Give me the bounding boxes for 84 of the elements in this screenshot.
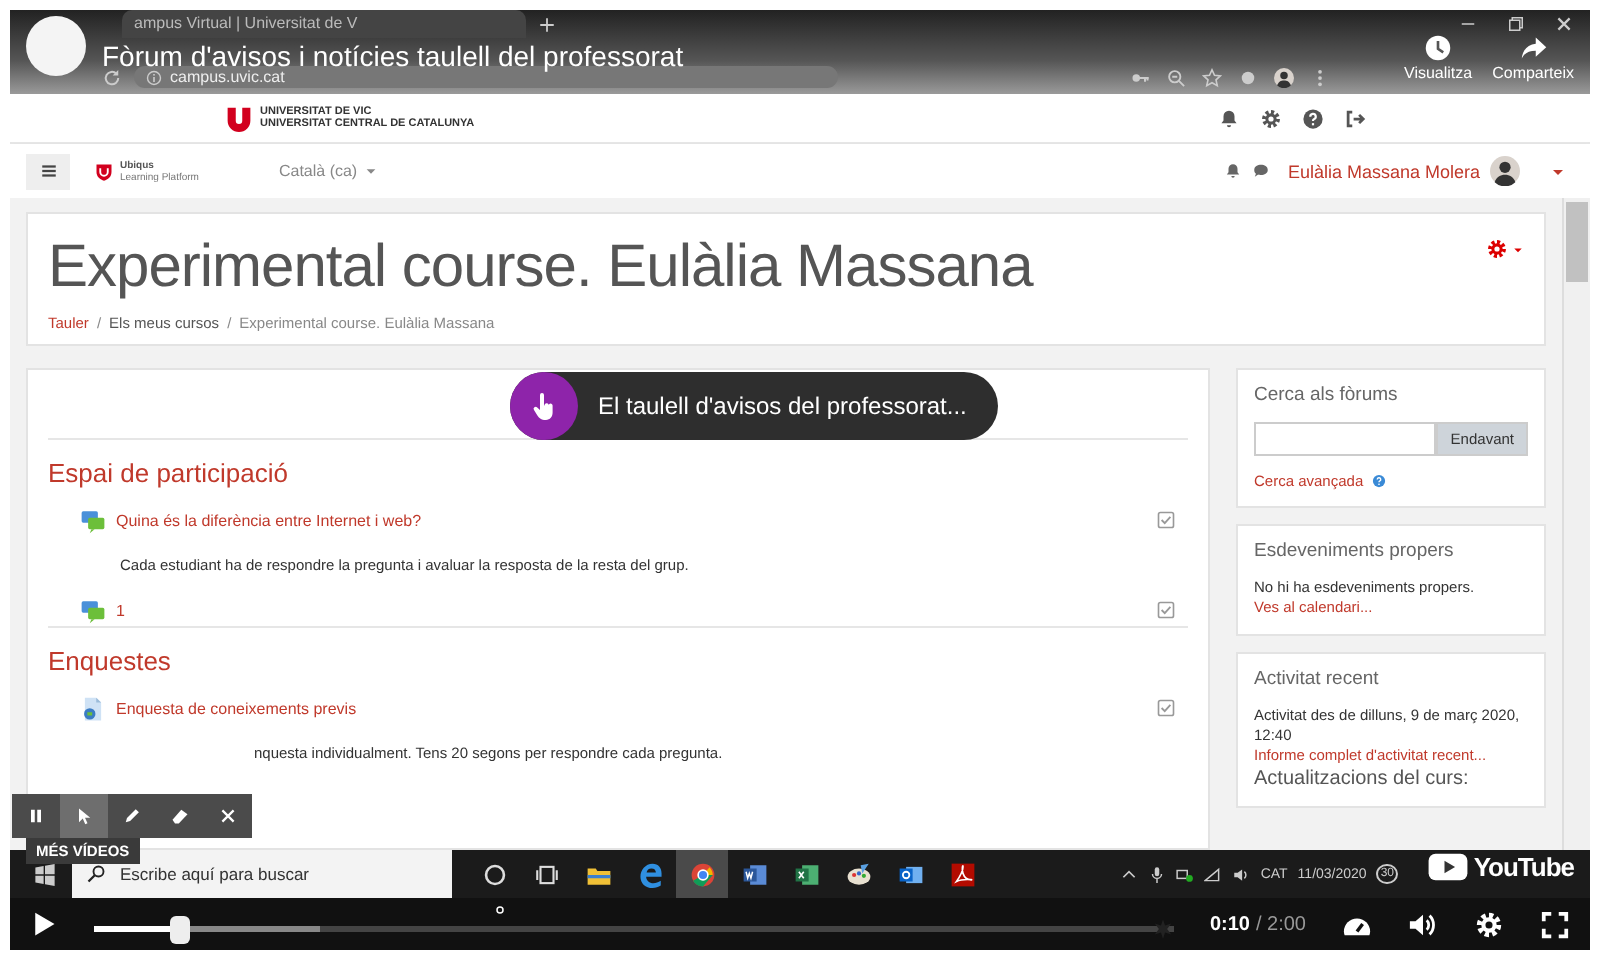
search-field[interactable]	[1254, 422, 1437, 456]
block-subheading: Actualitzacions del curs:	[1254, 770, 1471, 790]
university-logo-icon[interactable]	[226, 105, 252, 131]
eraser-icon	[170, 806, 190, 826]
activity-link[interactable]: Quina és la diferència entre Internet i web?	[116, 511, 422, 529]
caret-icon[interactable]	[1512, 243, 1524, 255]
section-title: Espai de participació	[48, 458, 290, 488]
fullscreen-icon[interactable]	[1540, 909, 1570, 939]
taskbar-app-icon[interactable]	[897, 861, 923, 887]
microphone-icon[interactable]	[1148, 865, 1167, 883]
taskbar-app-icon[interactable]	[533, 861, 559, 887]
completion-checkbox[interactable]	[1156, 510, 1176, 530]
language-menu[interactable]: Català (ca)	[278, 162, 378, 180]
pen-icon	[122, 806, 142, 826]
block-title: Esdeveniments propers	[1254, 540, 1456, 562]
address-bar[interactable]: campus.uvic.cat	[134, 66, 838, 88]
block-title: Activitat recent	[1254, 668, 1381, 690]
pause-icon	[26, 806, 46, 826]
restore-icon[interactable]	[1506, 14, 1526, 34]
user-name[interactable]: Eulàlia Massana Molera	[1287, 161, 1480, 181]
block-title: Cerca als fòrums	[1254, 384, 1400, 406]
help-icon[interactable]	[1302, 107, 1324, 129]
taskbar-app-icon[interactable]	[845, 861, 871, 887]
language-label: Català (ca)	[278, 162, 358, 180]
info-icon	[146, 69, 162, 85]
network-icon[interactable]	[1176, 865, 1195, 883]
profile-avatar-icon[interactable]	[1274, 68, 1294, 88]
key-icon[interactable]	[1130, 68, 1150, 88]
browser-tab[interactable]: ampus Virtual | Universitat de V	[122, 10, 526, 38]
taskbar-app-icon[interactable]	[793, 861, 819, 887]
close-icon[interactable]	[1554, 14, 1574, 34]
section-title: Enquestes	[48, 646, 173, 676]
taskbar-app-icon[interactable]	[481, 861, 507, 887]
total-time: / 2:00	[1255, 913, 1306, 935]
taskbar-app-icon[interactable]	[949, 861, 975, 887]
settings-icon[interactable]	[1260, 107, 1282, 129]
completion-checkbox[interactable]	[1156, 698, 1176, 718]
video-action-button[interactable]: Comparteix	[1492, 34, 1574, 82]
annotation-tool-button[interactable]	[60, 794, 108, 838]
tooltip-text: El taulell d'avisos del professorat...	[598, 392, 967, 420]
speaker-icon[interactable]	[1232, 865, 1251, 883]
play-icon[interactable]	[30, 910, 58, 938]
messages-icon[interactable]	[1251, 162, 1270, 180]
shield-logo-icon[interactable]	[94, 161, 114, 181]
notifications-icon[interactable]	[1218, 107, 1240, 129]
video-action-button[interactable]: Visualitza	[1404, 34, 1473, 82]
end-marker-icon	[1151, 918, 1174, 940]
extension-icon[interactable]	[1238, 68, 1258, 88]
bookmark-star-icon[interactable]	[1202, 68, 1222, 88]
progress-handle[interactable]	[170, 916, 191, 944]
notifications-icon[interactable]	[1223, 162, 1242, 180]
youtube-logo[interactable]: YouTube	[1427, 852, 1574, 882]
activity-link[interactable]: 1	[116, 601, 125, 619]
share-icon	[1519, 34, 1548, 62]
reload-icon[interactable]	[102, 68, 122, 88]
search-icon	[86, 864, 106, 884]
new-tab-icon[interactable]	[538, 15, 556, 33]
course-title: Experimental course. Eulàlia Massana	[48, 234, 1033, 302]
chevron-icon[interactable]	[1120, 865, 1139, 883]
taskbar-app-icon[interactable]	[689, 861, 715, 887]
menu-button[interactable]	[26, 153, 70, 189]
completion-checkbox[interactable]	[1156, 600, 1176, 620]
close-icon	[218, 806, 238, 826]
url-text: campus.uvic.cat	[170, 68, 285, 86]
volume-icon[interactable]	[1408, 909, 1438, 939]
forum-icon[interactable]	[80, 597, 106, 623]
avatar-icon[interactable]	[1490, 156, 1520, 186]
chapter-marker-icon	[493, 904, 506, 916]
zoom-icon[interactable]	[1166, 68, 1186, 88]
signal-icon[interactable]	[1204, 865, 1223, 883]
forum-icon[interactable]	[80, 507, 106, 533]
survey-icon[interactable]	[80, 695, 106, 721]
menu-icon	[39, 162, 57, 180]
scrollbar-thumb[interactable]	[1566, 202, 1588, 282]
logout-icon[interactable]	[1344, 107, 1366, 129]
clock-icon	[1424, 34, 1453, 62]
help-icon[interactable]	[1371, 474, 1386, 488]
windows-start-icon[interactable]	[34, 863, 56, 885]
caret-icon	[363, 164, 378, 178]
current-time: 0:10	[1209, 913, 1250, 935]
video-title[interactable]: Fòrum d'avisos i notícies taulell del professorat	[102, 40, 684, 72]
taskbar-app-icon[interactable]	[741, 861, 767, 887]
pointer-icon	[74, 806, 94, 826]
activity-link[interactable]: Enquesta de coneixements previs	[116, 699, 357, 717]
